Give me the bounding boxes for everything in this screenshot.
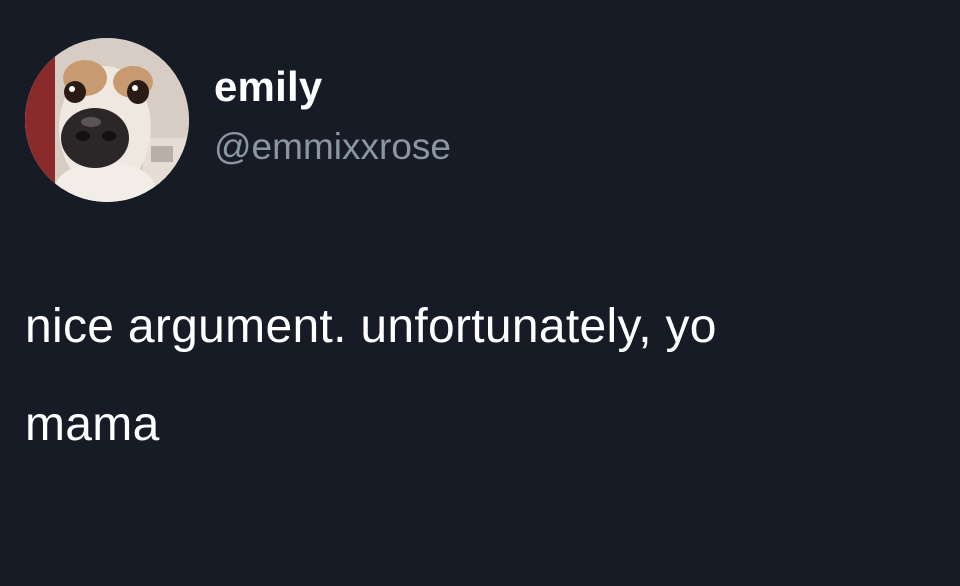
author-handle[interactable]: @emmixxrose [214, 128, 451, 165]
tweet-text-line: mama [25, 398, 160, 451]
dog-photo-icon [25, 38, 189, 202]
tweet-card: emily @emmixxrose nice argument. unfortu… [0, 0, 960, 586]
avatar[interactable] [25, 38, 189, 202]
author-display-name[interactable]: emily [214, 66, 322, 108]
tweet-text: nice argument. unfortunately, yo mama [25, 278, 960, 474]
tweet-text-line: nice argument. unfortunately, yo [25, 300, 717, 353]
